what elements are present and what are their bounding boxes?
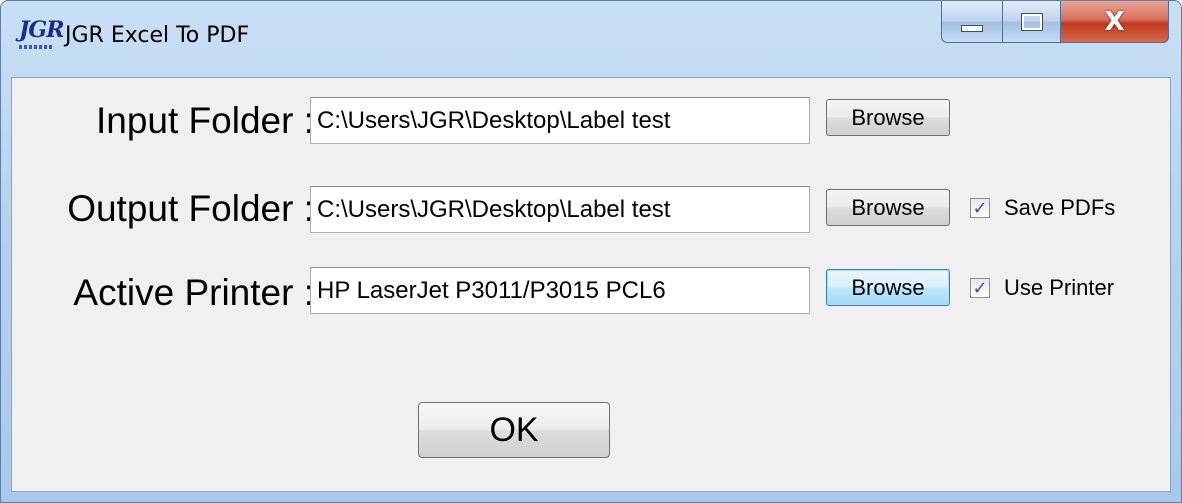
output-folder-label: Output Folder :	[67, 188, 314, 229]
window-title: JGR Excel To PDF	[65, 23, 250, 48]
maximize-button[interactable]	[1003, 1, 1061, 43]
save-pdfs-label: Save PDFs	[1004, 195, 1116, 220]
use-printer-checkbox[interactable]: ✓	[970, 278, 990, 299]
save-pdfs-option[interactable]: ✓ Save PDFs	[970, 195, 1115, 221]
input-folder-field[interactable]: C:\Users\JGR\Desktop\Label test	[310, 97, 810, 144]
app-window: JGR JGR Excel To PDF X Input Folder : C:…	[0, 0, 1182, 503]
ok-button[interactable]: OK	[418, 402, 610, 458]
input-folder-label: Input Folder :	[95, 100, 314, 141]
use-printer-option[interactable]: ✓ Use Printer	[970, 275, 1114, 301]
minimize-button[interactable]	[941, 1, 1003, 43]
close-icon: X	[1104, 6, 1125, 37]
input-browse-button[interactable]: Browse	[826, 99, 950, 136]
app-logo-icon: JGR	[19, 17, 64, 49]
output-folder-field[interactable]: C:\Users\JGR\Desktop\Label test	[310, 186, 810, 233]
dialog-body: Input Folder : C:\Users\JGR\Desktop\Labe…	[11, 77, 1171, 492]
maximize-icon	[1020, 12, 1043, 31]
save-pdfs-checkbox[interactable]: ✓	[970, 198, 990, 219]
use-printer-label: Use Printer	[1004, 275, 1115, 300]
output-browse-button[interactable]: Browse	[826, 189, 950, 226]
window-controls: X	[941, 1, 1169, 43]
active-printer-label: Active Printer :	[73, 272, 314, 313]
active-printer-field[interactable]: HP LaserJet P3011/P3015 PCL6	[310, 267, 810, 314]
minimize-icon	[961, 25, 983, 32]
title-bar[interactable]: JGR JGR Excel To PDF X	[1, 1, 1181, 77]
close-button[interactable]: X	[1061, 1, 1169, 43]
printer-browse-button[interactable]: Browse	[826, 269, 950, 306]
